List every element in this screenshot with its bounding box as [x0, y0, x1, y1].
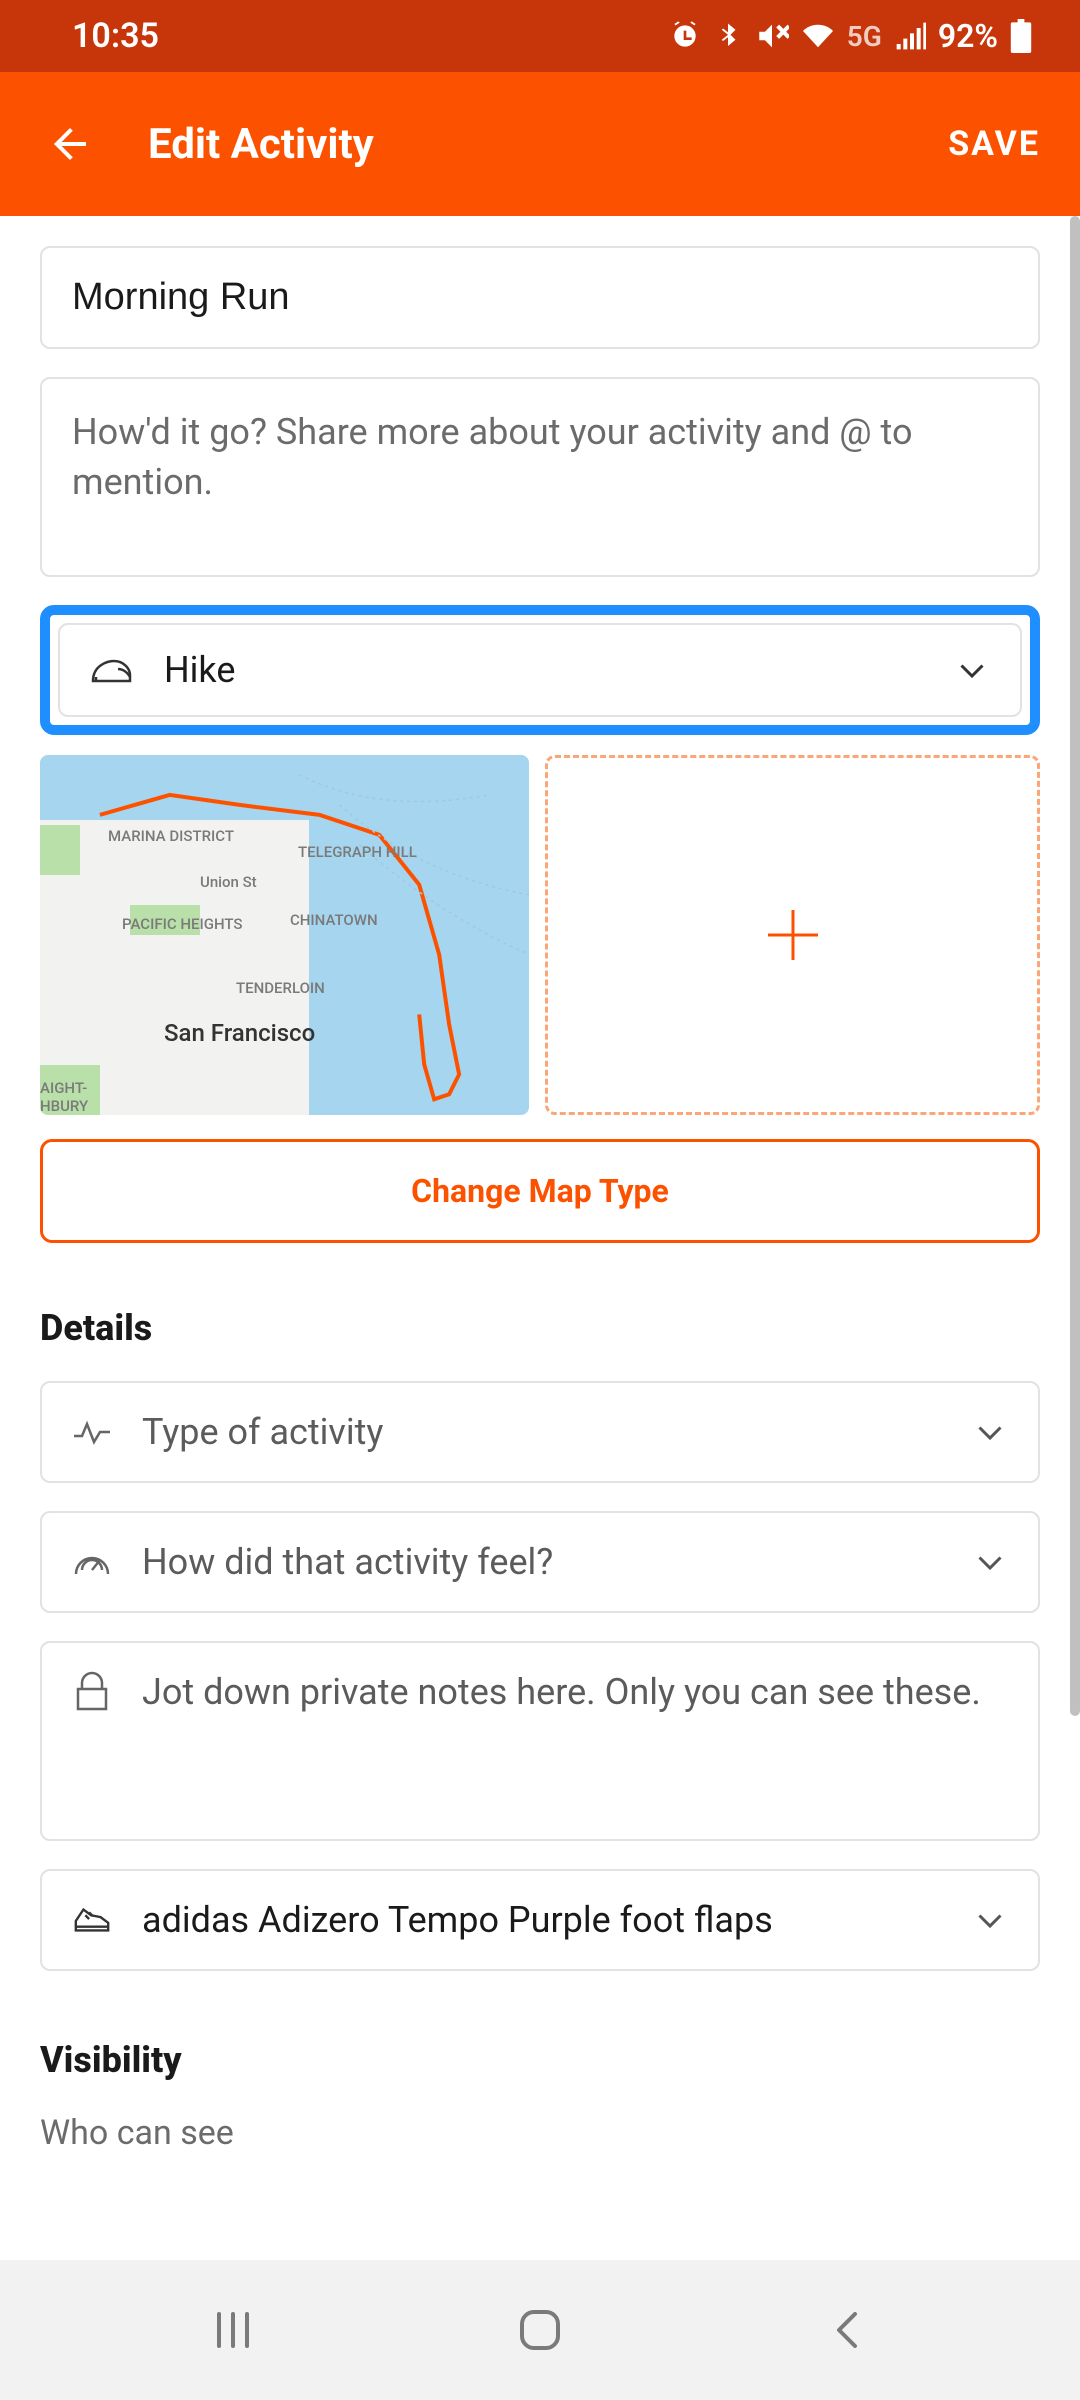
status-bar: 10:35 5G 92% [0, 0, 1080, 72]
system-nav-bar [0, 2260, 1080, 2400]
plus-icon [763, 905, 823, 965]
back-nav-icon [831, 2308, 863, 2352]
bluetooth-icon [713, 20, 743, 52]
private-notes-placeholder: Jot down private notes here. Only you ca… [142, 1671, 1008, 1713]
media-row: MARINA DISTRICT TELEGRAPH HILL Union St … [40, 755, 1040, 1115]
back-button[interactable] [40, 114, 100, 174]
map-label: PACIFIC HEIGHTS [122, 915, 242, 933]
status-time: 10:35 [72, 16, 159, 56]
details-header: Details [40, 1307, 1040, 1349]
page-title: Edit Activity [148, 120, 948, 169]
activity-type-label: Hike [164, 649, 924, 691]
lock-icon [72, 1671, 112, 1711]
recent-apps-button[interactable] [193, 2300, 273, 2360]
activity-description-field[interactable]: How'd it go? Share more about your activ… [40, 377, 1040, 577]
shoe-icon [72, 1900, 112, 1940]
gear-selector[interactable]: adidas Adizero Tempo Purple foot flaps [40, 1869, 1040, 1971]
chevron-down-icon [972, 1902, 1008, 1938]
activity-title-field[interactable] [40, 246, 1040, 349]
gauge-icon [72, 1542, 112, 1582]
chevron-down-icon [972, 1414, 1008, 1450]
activity-type-highlight: Hike [40, 605, 1040, 735]
activity-wave-icon [72, 1412, 112, 1452]
home-icon [517, 2307, 563, 2353]
route-line-icon [40, 755, 529, 1114]
save-button[interactable]: SAVE [948, 124, 1040, 164]
map-label: TELEGRAPH HILL [298, 843, 417, 861]
gear-label: adidas Adizero Tempo Purple foot flaps [142, 1899, 942, 1941]
map-label: AIGHT- [40, 1079, 87, 1097]
map-label: TENDERLOIN [236, 979, 325, 997]
alarm-icon [669, 20, 701, 52]
mute-icon [755, 19, 789, 53]
back-nav-button[interactable] [807, 2300, 887, 2360]
scrollbar[interactable] [1070, 216, 1080, 1716]
battery-icon [1010, 19, 1032, 53]
wifi-icon [801, 21, 835, 51]
chevron-down-icon [954, 652, 990, 688]
visibility-header: Visibility [40, 2039, 1040, 2081]
chevron-down-icon [972, 1544, 1008, 1580]
activity-title-input[interactable] [72, 276, 1008, 319]
map-label: Union St [200, 873, 257, 891]
private-notes-field[interactable]: Jot down private notes here. Only you ca… [40, 1641, 1040, 1841]
signal-icon [894, 22, 926, 50]
recent-icon [211, 2310, 255, 2350]
app-bar: Edit Activity SAVE [0, 72, 1080, 216]
add-media-button[interactable] [545, 755, 1040, 1115]
map-label: MARINA DISTRICT [108, 827, 234, 845]
map-label: CHINATOWN [290, 911, 378, 929]
change-map-type-button[interactable]: Change Map Type [40, 1139, 1040, 1243]
type-of-activity-selector[interactable]: Type of activity [40, 1381, 1040, 1483]
hike-icon [90, 651, 134, 689]
description-placeholder: How'd it go? Share more about your activ… [72, 407, 1008, 508]
battery-percent: 92% [938, 17, 998, 55]
visibility-subtitle: Who can see [40, 2113, 1040, 2153]
map-label: HBURY [40, 1097, 88, 1115]
status-icons: 5G 92% [669, 17, 1032, 55]
activity-type-selector[interactable]: Hike [58, 623, 1022, 717]
map-preview[interactable]: MARINA DISTRICT TELEGRAPH HILL Union St … [40, 755, 529, 1115]
arrow-left-icon [46, 120, 94, 168]
type-of-activity-label: Type of activity [142, 1411, 942, 1453]
map-city-label: San Francisco [164, 1019, 315, 1047]
content-scroll[interactable]: How'd it go? Share more about your activ… [0, 216, 1080, 2260]
perceived-exertion-label: How did that activity feel? [142, 1541, 942, 1583]
home-button[interactable] [500, 2300, 580, 2360]
perceived-exertion-selector[interactable]: How did that activity feel? [40, 1511, 1040, 1613]
network-label: 5G [847, 20, 882, 53]
